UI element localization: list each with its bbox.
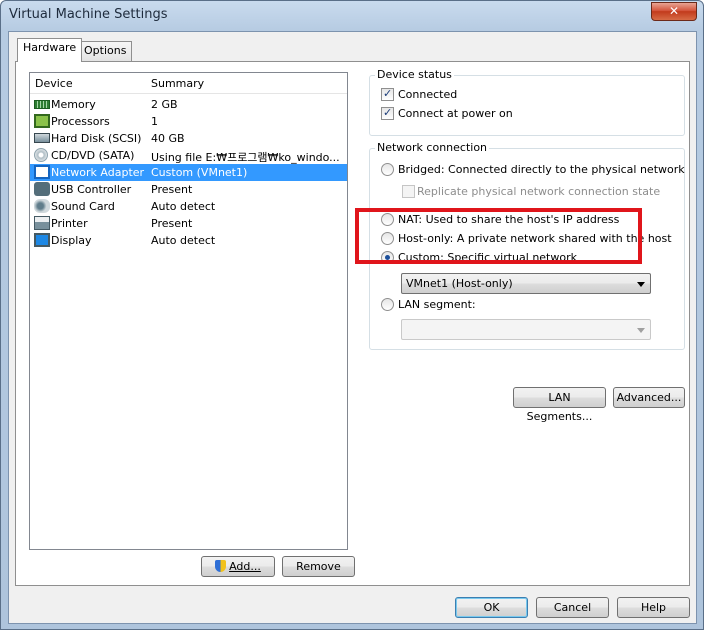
window-frame: Virtual Machine Settings ✕ Hardware Opti…	[0, 0, 704, 630]
add-device-label: Add...	[229, 560, 261, 573]
custom-network-select[interactable]: VMnet1 (Host-only)	[401, 273, 651, 294]
usb-icon	[34, 182, 50, 196]
sound-card-icon	[34, 199, 50, 213]
device-name: Network Adapter	[51, 166, 145, 179]
summary-column-header[interactable]: Summary	[151, 77, 204, 90]
shield-icon	[215, 560, 227, 572]
device-row-processors[interactable]: Processors 1	[30, 113, 347, 130]
device-summary: Auto detect	[151, 200, 216, 213]
chevron-down-icon	[637, 282, 645, 287]
chevron-down-icon	[637, 328, 645, 333]
lan-segments-button[interactable]: LAN Segments...	[513, 387, 606, 423]
device-name: Display	[51, 234, 92, 247]
connect-at-power-on-checkbox[interactable]	[381, 106, 394, 120]
device-list[interactable]: Device Summary Memory 2 GB Processors 1 Hard…	[29, 72, 348, 550]
device-summary: Present	[151, 183, 193, 196]
device-name: CD/DVD (SATA)	[51, 149, 135, 162]
device-summary: 40 GB	[151, 132, 185, 145]
device-row-sound-card[interactable]: Sound Card Auto detect	[30, 198, 347, 215]
window-title: Virtual Machine Settings	[9, 7, 168, 22]
device-row-usb-controller[interactable]: USB Controller Present	[30, 181, 347, 198]
remove-device-button[interactable]: Remove	[282, 556, 355, 577]
device-row-display[interactable]: Display Auto detect	[30, 232, 347, 249]
device-summary: Auto detect	[151, 234, 216, 247]
memory-icon	[34, 100, 50, 109]
advanced-button[interactable]: Advanced...	[613, 387, 685, 408]
device-name: Processors	[51, 115, 110, 128]
printer-icon	[34, 216, 50, 230]
replicate-label[interactable]: Replicate physical network connection st…	[417, 185, 660, 198]
device-list-header: Device Summary	[30, 73, 347, 94]
cd-dvd-icon	[34, 148, 48, 162]
lan-segment-select[interactable]	[401, 319, 651, 340]
device-name: Memory	[51, 98, 96, 111]
connected-label[interactable]: Connected	[398, 88, 457, 101]
display-icon	[34, 233, 50, 247]
help-button[interactable]: Help	[617, 597, 690, 618]
device-status-legend: Device status	[375, 68, 454, 81]
device-name: Hard Disk (SCSI)	[51, 132, 142, 145]
tab-hardware[interactable]: Hardware	[17, 38, 83, 62]
replicate-checkbox[interactable]	[402, 185, 415, 198]
annotation-highlight-box	[355, 208, 642, 264]
processor-icon	[34, 114, 50, 128]
device-name: USB Controller	[51, 183, 132, 196]
close-button[interactable]: ✕	[651, 2, 697, 21]
device-row-memory[interactable]: Memory 2 GB	[30, 96, 347, 113]
connected-checkbox[interactable]	[381, 87, 394, 101]
hardware-tab-panel: Device Summary Memory 2 GB Processors 1 Hard…	[15, 61, 690, 586]
device-summary: 2 GB	[151, 98, 178, 111]
device-summary: 1	[151, 115, 158, 128]
network-connection-legend: Network connection	[375, 141, 490, 154]
device-row-hard-disk-scsi[interactable]: Hard Disk (SCSI) 40 GB	[30, 130, 347, 147]
device-name: Printer	[51, 217, 88, 230]
tab-options[interactable]: Options	[78, 41, 133, 61]
title-bar[interactable]: Virtual Machine Settings ✕	[1, 1, 703, 31]
device-summary: Present	[151, 217, 193, 230]
device-row-network-adapter[interactable]: Network Adapter Custom (VMnet1)	[30, 164, 347, 181]
dialog-client-area: Hardware Options Device Summary Memory 2 …	[8, 31, 697, 624]
device-column-header[interactable]: Device	[35, 77, 73, 90]
device-summary: Using file E:₩프로그램₩ko_windo...	[151, 151, 340, 164]
device-name: Sound Card	[51, 200, 115, 213]
bridged-radio[interactable]	[381, 163, 394, 176]
device-row-printer[interactable]: Printer Present	[30, 215, 347, 232]
ok-button[interactable]: OK	[455, 597, 528, 618]
custom-network-value: VMnet1 (Host-only)	[406, 277, 513, 290]
lan-segment-label[interactable]: LAN segment:	[398, 298, 476, 311]
lan-segment-radio[interactable]	[381, 298, 394, 311]
network-adapter-icon	[34, 165, 50, 179]
cancel-button[interactable]: Cancel	[536, 597, 609, 618]
bridged-label[interactable]: Bridged: Connected directly to the physi…	[398, 163, 685, 176]
device-summary: Custom (VMnet1)	[151, 166, 248, 179]
add-device-button[interactable]: Add...	[201, 556, 275, 577]
connect-at-power-on-label[interactable]: Connect at power on	[398, 107, 513, 120]
device-row-cd-dvd-sata[interactable]: CD/DVD (SATA) Using file E:₩프로그램₩ko_windo…	[30, 147, 347, 164]
hard-disk-icon	[34, 133, 50, 143]
device-status-group: Device status Connected Connect at power…	[369, 68, 685, 136]
